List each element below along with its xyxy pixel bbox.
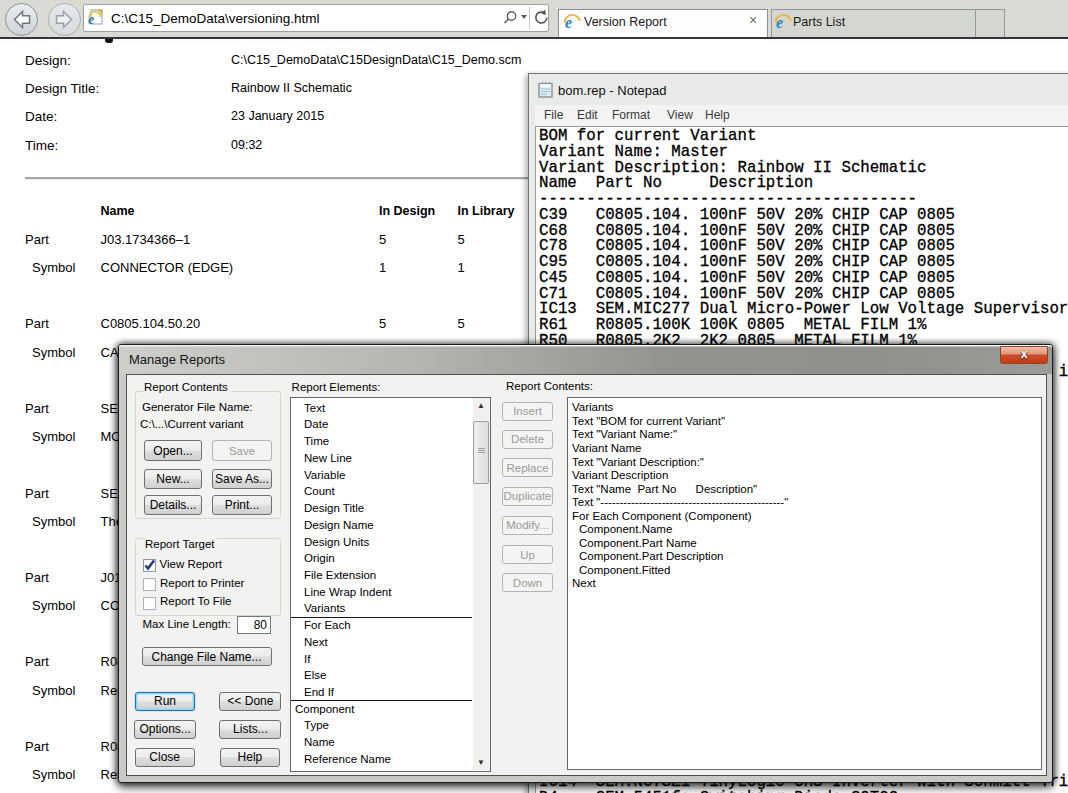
svg-text:e: e <box>88 12 94 26</box>
